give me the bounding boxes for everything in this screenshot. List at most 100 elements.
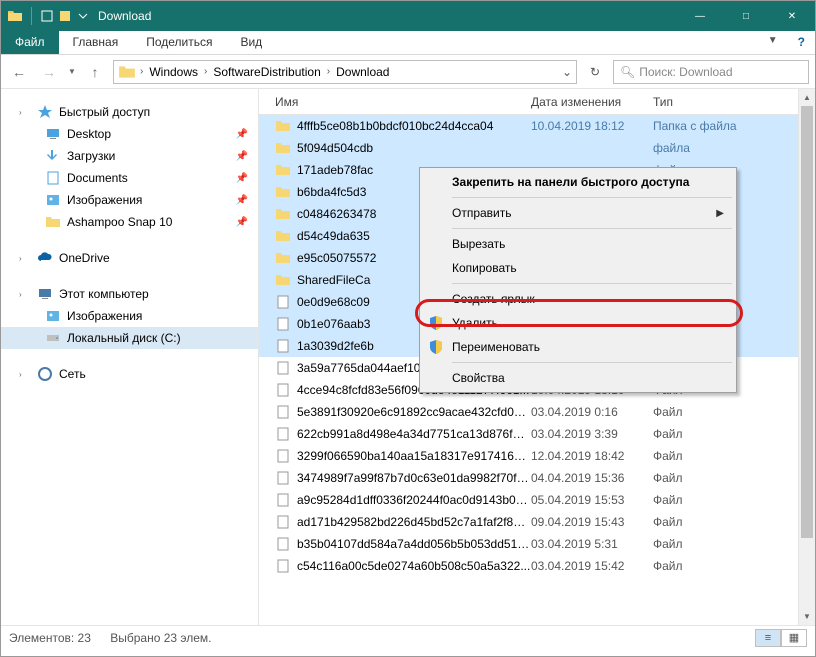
ribbon-tab-home[interactable]: Главная xyxy=(59,31,133,54)
ribbon-expand-icon[interactable]: ▼ xyxy=(758,31,788,54)
view-icons-button[interactable]: ▦ xyxy=(781,629,807,647)
nav-item[interactable]: Изображения📌 xyxy=(1,189,258,211)
nav-network[interactable]: › Сеть xyxy=(1,363,258,385)
context-shortcut[interactable]: Создать ярлык xyxy=(422,287,734,311)
scrollbar-vertical[interactable]: ▲ ▼ xyxy=(798,89,815,625)
qat-item-icon[interactable] xyxy=(40,9,54,23)
window-title: Download xyxy=(98,9,151,23)
file-row[interactable]: 5f094d504cdbфайла xyxy=(259,137,815,159)
breadcrumb-item[interactable]: Windows xyxy=(147,63,200,81)
ribbon-tab-share[interactable]: Поделиться xyxy=(132,31,226,54)
file-row[interactable]: 3474989f7a99f87b7d0c63e01da9982f70fe...0… xyxy=(259,467,815,489)
window-controls: — □ ✕ xyxy=(677,1,815,31)
qat-dropdown-icon[interactable] xyxy=(76,9,90,23)
context-cut[interactable]: Вырезать xyxy=(422,232,734,256)
file-row[interactable]: 622cb991a8d498e4a34d7751ca13d876f57...03… xyxy=(259,423,815,445)
close-button[interactable]: ✕ xyxy=(769,1,815,31)
scroll-down-button[interactable]: ▼ xyxy=(799,608,815,625)
maximize-button[interactable]: □ xyxy=(723,1,769,31)
scroll-thumb[interactable] xyxy=(801,106,813,538)
file-row[interactable]: a9c95284d1dff0336f20244f0ac0d9143b0c...0… xyxy=(259,489,815,511)
context-pin[interactable]: Закрепить на панели быстрого доступа xyxy=(422,170,734,194)
chevron-right-icon[interactable]: › xyxy=(19,254,29,263)
chevron-down-icon[interactable]: ⌄ xyxy=(562,65,572,79)
chevron-right-icon: ▶ xyxy=(716,208,724,219)
file-name: 3474989f7a99f87b7d0c63e01da9982f70fe... xyxy=(297,471,531,485)
file-row[interactable]: ad171b429582bd226d45bd52c7a1faf2f828...0… xyxy=(259,511,815,533)
back-button[interactable]: ← xyxy=(7,60,31,84)
context-rename[interactable]: Переименовать xyxy=(422,335,734,359)
file-icon xyxy=(275,448,291,464)
breadcrumb-bar[interactable]: › Windows › SoftwareDistribution › Downl… xyxy=(113,60,577,84)
file-row[interactable]: 3299f066590ba140aa15a18317e91741643...12… xyxy=(259,445,815,467)
context-delete[interactable]: Удалить xyxy=(422,311,734,335)
nav-item[interactable]: Documents📌 xyxy=(1,167,258,189)
search-input[interactable]: 🔍︎ Поиск: Download xyxy=(613,60,809,84)
nav-item[interactable]: Desktop📌 xyxy=(1,123,258,145)
file-row[interactable]: 5e3891f30920e6c91892cc9acae432cfd029...0… xyxy=(259,401,815,423)
file-date: 03.04.2019 3:39 xyxy=(531,427,653,441)
column-date[interactable]: Дата изменения xyxy=(531,95,653,109)
file-type: Файл xyxy=(653,427,683,441)
forward-button[interactable]: → xyxy=(37,60,61,84)
downloads-icon xyxy=(45,148,61,164)
column-headers: Имя Дата изменения Тип xyxy=(259,89,815,115)
file-row[interactable]: 4fffb5ce08b1b0bdcf010bc24d4cca0410.04.20… xyxy=(259,115,815,137)
column-name[interactable]: Имя xyxy=(275,95,531,109)
scroll-track[interactable] xyxy=(799,106,815,608)
file-date: 05.04.2019 15:53 xyxy=(531,493,653,507)
context-properties[interactable]: Свойства xyxy=(422,366,734,390)
qat-item-icon[interactable] xyxy=(58,9,72,23)
nav-item[interactable]: Загрузки📌 xyxy=(1,145,258,167)
network-icon xyxy=(37,366,53,382)
file-name: 5f094d504cdb xyxy=(297,141,531,155)
minimize-button[interactable]: — xyxy=(677,1,723,31)
folder-icon xyxy=(45,214,61,230)
folder-icon xyxy=(275,206,291,222)
chevron-right-icon[interactable]: › xyxy=(327,66,330,77)
help-icon[interactable]: ? xyxy=(788,31,815,54)
ribbon-tabs: Файл Главная Поделиться Вид ▼ ? xyxy=(1,31,815,55)
breadcrumb-item[interactable]: SoftwareDistribution xyxy=(211,63,322,81)
chevron-right-icon[interactable]: › xyxy=(19,290,29,299)
file-icon xyxy=(275,426,291,442)
view-details-button[interactable]: ≡ xyxy=(755,629,781,647)
chevron-right-icon[interactable]: › xyxy=(204,66,207,77)
file-name: b35b04107dd584a7a4dd056b5b053dd519... xyxy=(297,537,531,551)
nav-item[interactable]: Локальный диск (C:) xyxy=(1,327,258,349)
chevron-right-icon[interactable]: › xyxy=(140,66,143,77)
file-icon xyxy=(275,294,291,310)
shield-icon xyxy=(428,315,444,331)
chevron-right-icon[interactable]: › xyxy=(19,108,29,117)
file-name: 5e3891f30920e6c91892cc9acae432cfd029... xyxy=(297,405,531,419)
status-selected-count: Выбрано 23 элем. xyxy=(110,631,211,645)
drive-icon xyxy=(45,330,61,346)
folder-icon xyxy=(275,272,291,288)
cloud-icon xyxy=(37,250,53,266)
pin-icon: 📌 xyxy=(236,173,248,184)
context-copy[interactable]: Копировать xyxy=(422,256,734,280)
navigation-pane: › Быстрый доступ Desktop📌Загрузки📌Docume… xyxy=(1,89,259,625)
address-bar: ← → ▼ ↑ › Windows › SoftwareDistribution… xyxy=(1,55,815,89)
file-date: 09.04.2019 15:43 xyxy=(531,515,653,529)
nav-quick-access[interactable]: › Быстрый доступ xyxy=(1,101,258,123)
file-icon xyxy=(275,558,291,574)
history-dropdown-icon[interactable]: ▼ xyxy=(67,67,77,76)
column-type[interactable]: Тип xyxy=(653,95,797,109)
file-name: 3299f066590ba140aa15a18317e91741643... xyxy=(297,449,531,463)
file-icon xyxy=(275,404,291,420)
file-row[interactable]: c54c116a00c5de0274a60b508c50a5a322...03.… xyxy=(259,555,815,577)
up-button[interactable]: ↑ xyxy=(83,60,107,84)
breadcrumb-item[interactable]: Download xyxy=(334,63,391,81)
ribbon-tab-view[interactable]: Вид xyxy=(226,31,276,54)
chevron-right-icon[interactable]: › xyxy=(19,370,29,379)
nav-this-pc[interactable]: › Этот компьютер xyxy=(1,283,258,305)
file-tab[interactable]: Файл xyxy=(1,31,59,54)
refresh-button[interactable]: ↻ xyxy=(583,60,607,84)
nav-item[interactable]: Изображения xyxy=(1,305,258,327)
nav-onedrive[interactable]: › OneDrive xyxy=(1,247,258,269)
context-send-to[interactable]: Отправить ▶ xyxy=(422,201,734,225)
scroll-up-button[interactable]: ▲ xyxy=(799,89,815,106)
file-row[interactable]: b35b04107dd584a7a4dd056b5b053dd519...03.… xyxy=(259,533,815,555)
nav-item[interactable]: Ashampoo Snap 10📌 xyxy=(1,211,258,233)
